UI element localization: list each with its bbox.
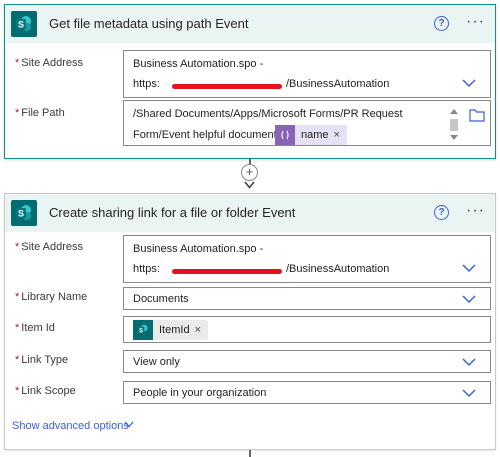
site-address-suffix: /BusinessAutomation (286, 263, 390, 275)
token-label: ItemId (159, 324, 190, 336)
site-address-label: * Site Address (15, 241, 83, 253)
connector-line (249, 450, 251, 457)
chevron-down-icon[interactable] (462, 295, 476, 304)
dynamic-content-token-itemid[interactable]: S ItemId × (133, 320, 209, 340)
library-name-dropdown[interactable]: Documents (123, 287, 491, 310)
link-scope-label: * Link Scope (15, 385, 76, 397)
help-icon[interactable]: ? (434, 16, 449, 31)
label-text: File Path (21, 107, 65, 119)
required-marker: * (15, 291, 20, 303)
card-header[interactable]: S Create sharing link for a file or fold… (5, 194, 495, 232)
link-type-label: * Link Type (15, 354, 68, 366)
sharepoint-icon: S (11, 11, 37, 37)
chevron-down-icon[interactable] (462, 389, 476, 398)
redaction-mark (172, 84, 282, 89)
required-marker: * (15, 57, 20, 69)
link-type-value: View only (133, 356, 180, 368)
sharepoint-icon: S (11, 200, 37, 226)
item-id-field[interactable]: S ItemId × (123, 316, 491, 343)
chevron-down-icon[interactable] (462, 79, 476, 88)
more-options-icon[interactable]: ··· (466, 203, 485, 219)
file-path-line1: /Shared Documents/Apps/Microsoft Forms/P… (133, 108, 403, 120)
site-address-line1: Business Automation.spo - (133, 58, 264, 70)
site-address-prefix: https: (133, 263, 160, 275)
required-marker: * (15, 354, 20, 366)
site-address-field[interactable]: Business Automation.spo - https: /Busine… (123, 50, 491, 98)
required-marker: * (15, 385, 20, 397)
remove-token-icon[interactable]: × (334, 129, 347, 141)
insert-step-button[interactable]: + (241, 164, 258, 181)
file-path-field[interactable]: /Shared Documents/Apps/Microsoft Forms/P… (123, 100, 491, 146)
site-address-prefix: https: (133, 78, 160, 90)
chevron-down-icon[interactable] (124, 421, 134, 428)
site-address-line1: Business Automation.spo - (133, 243, 264, 255)
sharepoint-icon: S (133, 320, 153, 340)
label-text: Link Scope (21, 385, 76, 397)
site-address-suffix: /BusinessAutomation (286, 78, 390, 90)
required-marker: * (15, 107, 20, 119)
action-card-get-file-metadata[interactable]: S Get file metadata using path Event ? ·… (4, 4, 496, 159)
more-options-icon[interactable]: ··· (466, 14, 485, 30)
action-card-create-sharing-link[interactable]: S Create sharing link for a file or fold… (4, 193, 496, 450)
svg-text:S: S (18, 20, 24, 30)
label-text: Library Name (21, 291, 88, 303)
scrollbar[interactable] (449, 108, 459, 142)
link-scope-dropdown[interactable]: People in your organization (123, 381, 491, 404)
token-label: name (301, 129, 329, 141)
help-icon[interactable]: ? (434, 205, 449, 220)
required-marker: * (15, 322, 20, 334)
card-title: Get file metadata using path Event (49, 16, 249, 31)
link-scope-value: People in your organization (133, 387, 267, 399)
required-marker: * (15, 241, 20, 253)
file-path-label: * File Path (15, 107, 65, 119)
redaction-mark (172, 269, 282, 274)
show-advanced-options-link[interactable]: Show advanced options (12, 420, 129, 432)
label-text: Site Address (21, 57, 84, 69)
arrow-down-icon (244, 181, 255, 189)
dynamic-content-token-name[interactable]: name × (275, 125, 347, 145)
site-address-label: * Site Address (15, 57, 83, 69)
item-id-label: * Item Id (15, 322, 55, 334)
library-name-value: Documents (133, 293, 189, 305)
remove-token-icon[interactable]: × (195, 324, 208, 336)
svg-text:S: S (18, 209, 24, 219)
file-path-line2: Form/Event helpful documents/ (133, 129, 286, 141)
label-text: Item Id (21, 322, 55, 334)
label-text: Link Type (21, 354, 69, 366)
library-name-label: * Library Name (15, 291, 87, 303)
svg-text:S: S (139, 328, 143, 334)
chevron-down-icon[interactable] (462, 264, 476, 273)
label-text: Site Address (21, 241, 84, 253)
folder-icon[interactable] (469, 108, 485, 122)
expression-icon (275, 125, 295, 145)
site-address-field[interactable]: Business Automation.spo - https: /Busine… (123, 235, 491, 283)
card-header[interactable]: S Get file metadata using path Event ? ·… (5, 5, 495, 43)
card-title: Create sharing link for a file or folder… (49, 205, 296, 220)
chevron-down-icon[interactable] (462, 358, 476, 367)
link-type-dropdown[interactable]: View only (123, 350, 491, 373)
